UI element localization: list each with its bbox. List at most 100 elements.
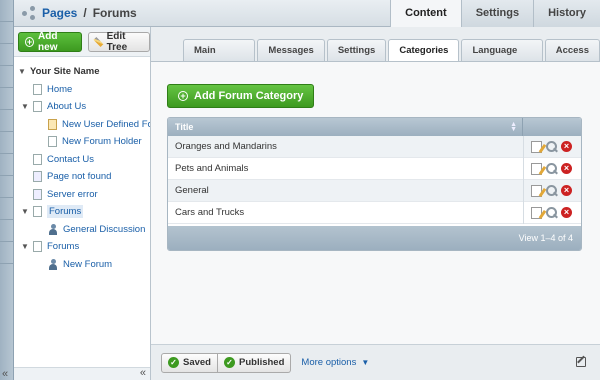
tab-language-filter[interactable]: Language Filter (461, 39, 543, 78)
grid-header: Title ▲ ▼ (168, 118, 581, 136)
delete-icon[interactable]: × (561, 141, 572, 152)
breadcrumb-current: Forums (92, 6, 137, 20)
expand-arrow-icon[interactable]: ▼ (20, 242, 30, 251)
tab-content[interactable]: Content (390, 0, 461, 27)
edit-icon[interactable] (531, 162, 542, 175)
breadcrumb-separator: / (83, 6, 87, 20)
tree-item-user-defined-form[interactable]: New User Defined Form (14, 116, 150, 134)
pagination-summary: View 1–4 of 4 (518, 233, 573, 243)
forum-icon (48, 258, 58, 270)
header-bar: Pages / Forums Content Settings History (14, 0, 600, 27)
categories-panel: + Add Forum Category Title ▲ ▼ Oranges an… (151, 61, 600, 344)
delete-icon[interactable]: × (561, 207, 572, 218)
add-forum-category-button[interactable]: + Add Forum Category (167, 84, 315, 108)
pencil-icon (93, 36, 104, 47)
tree-item-label: New Forum (63, 258, 113, 270)
grid-footer: View 1–4 of 4 (168, 226, 581, 250)
edit-tree-label: Edit Tree (106, 30, 128, 53)
tree-item-forums-selected[interactable]: ▼ Forums (14, 203, 150, 221)
sort-icon[interactable]: ▲ ▼ (510, 121, 517, 133)
error-page-icon (33, 188, 42, 200)
column-title-header[interactable]: Title ▲ ▼ (168, 118, 523, 136)
tree-item-new-forum[interactable]: New Forum (14, 256, 150, 274)
share-icon (22, 6, 36, 20)
expand-arrow-icon[interactable]: ▼ (20, 207, 30, 216)
category-title: Cars and Trucks (175, 207, 245, 218)
add-new-label: Add new (38, 30, 58, 53)
form-page-icon (48, 118, 57, 130)
site-tree: ▼ Your Site Name Home ▼ About Us New Use… (14, 57, 150, 273)
collapse-panel-icon[interactable]: « (140, 367, 146, 379)
more-options-label: More options (301, 357, 357, 368)
error-page-icon (33, 171, 42, 183)
tree-root-label: Your Site Name (30, 66, 100, 78)
tab-history[interactable]: History (533, 0, 600, 27)
table-row[interactable]: Cars and Trucks × (168, 201, 581, 224)
expand-arrow-icon[interactable]: ▼ (20, 102, 30, 111)
table-row[interactable]: General × (168, 179, 581, 202)
saved-label: Saved (183, 357, 211, 368)
tab-categories[interactable]: Categories (388, 39, 460, 61)
tab-settings-sub[interactable]: Settings (326, 39, 387, 61)
column-title-label: Title (175, 122, 194, 132)
tree-item-forum-holder[interactable]: New Forum Holder (14, 133, 150, 151)
view-icon[interactable] (546, 141, 557, 152)
expand-arrow-icon[interactable]: ▼ (17, 67, 27, 76)
tree-item-server-error[interactable]: Server error (14, 186, 150, 204)
tab-settings[interactable]: Settings (460, 0, 534, 27)
tree-item-home[interactable]: Home (14, 81, 150, 99)
tree-item-label: General Discussion (63, 223, 146, 235)
check-icon: ✓ (168, 357, 179, 368)
edit-preview-icon[interactable] (576, 357, 586, 367)
category-title: Pets and Animals (175, 163, 249, 174)
edit-icon[interactable] (531, 206, 542, 219)
main-content: Main Content Messages Settings Categorie… (151, 27, 600, 380)
tree-item-label: Contact Us (47, 153, 94, 165)
tree-root[interactable]: ▼ Your Site Name (14, 63, 150, 81)
tree-item-contact-us[interactable]: Contact Us (14, 151, 150, 169)
page-icon (33, 153, 42, 165)
breadcrumb-link-pages[interactable]: Pages (42, 6, 77, 20)
tree-item-label: Page not found (47, 171, 112, 183)
delete-icon[interactable]: × (561, 163, 572, 174)
tree-item-label: Forums (47, 205, 84, 219)
tree-item-about-us[interactable]: ▼ About Us (14, 98, 150, 116)
tree-toolbar: + Add new Edit Tree (14, 27, 150, 57)
view-icon[interactable] (546, 207, 557, 218)
caret-down-icon: ▼ (361, 358, 370, 367)
edit-tree-button[interactable]: Edit Tree (87, 30, 150, 53)
table-row[interactable]: Oranges and Mandarins × (168, 135, 581, 158)
saved-button[interactable]: ✓ Saved (161, 352, 218, 373)
tree-footer: « (14, 367, 150, 380)
categories-grid: Title ▲ ▼ Oranges and Mandarins × Pets an… (167, 117, 582, 251)
add-new-button[interactable]: + Add new (18, 30, 82, 53)
tree-item-label: New Forum Holder (62, 136, 142, 148)
tree-item-label: New User Defined Form (62, 118, 150, 130)
tab-messages[interactable]: Messages (257, 39, 325, 61)
tree-item-forums[interactable]: ▼ Forums (14, 238, 150, 256)
tab-access[interactable]: Access (544, 39, 600, 61)
tree-item-label: Server error (47, 188, 98, 200)
edit-icon[interactable] (531, 140, 542, 153)
category-title: General (175, 185, 209, 196)
tree-item-page-not-found[interactable]: Page not found (14, 168, 150, 186)
published-label: Published (239, 357, 285, 368)
grid-body: Oranges and Mandarins × Pets and Animals… (168, 135, 581, 224)
check-icon: ✓ (224, 357, 235, 368)
page-icon (33, 206, 42, 218)
collapse-menu-icon[interactable]: « (2, 368, 8, 380)
view-icon[interactable] (546, 185, 557, 196)
tree-item-general-discussion[interactable]: General Discussion (14, 221, 150, 239)
table-row[interactable]: Pets and Animals × (168, 157, 581, 180)
tree-item-label: Home (47, 83, 73, 95)
edit-icon[interactable] (531, 184, 542, 197)
content-tabs: Main Content Messages Settings Categorie… (183, 39, 600, 78)
tab-main-content[interactable]: Main Content (183, 39, 256, 78)
more-options-dropdown[interactable]: More options ▼ (301, 357, 369, 368)
side-strip (0, 0, 14, 380)
view-icon[interactable] (546, 163, 557, 174)
category-title: Oranges and Mandarins (175, 141, 277, 152)
site-tree-panel: + Add new Edit Tree ▼ Your Site Name Hom… (14, 27, 151, 380)
published-button[interactable]: ✓ Published (218, 352, 292, 373)
delete-icon[interactable]: × (561, 185, 572, 196)
